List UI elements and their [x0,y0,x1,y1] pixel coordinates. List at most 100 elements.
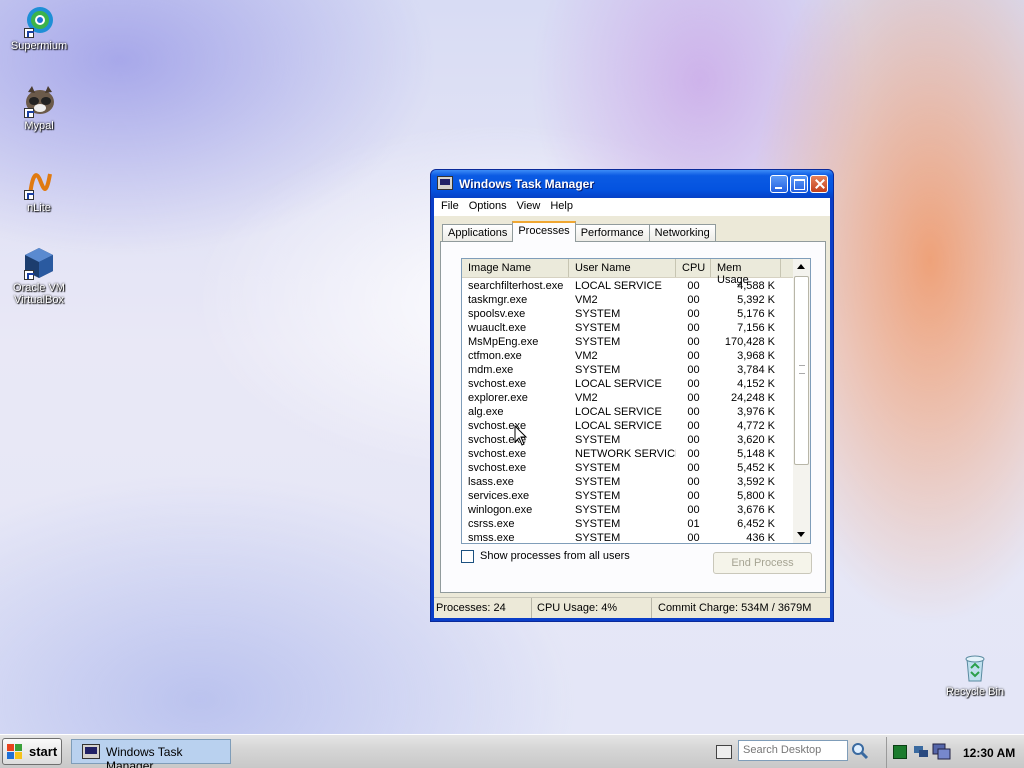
cell-image-name: spoolsv.exe [468,308,526,320]
cell-user-name: VM2 [575,350,598,362]
start-button[interactable]: start [2,738,62,765]
table-row[interactable]: ctfmon.exe VM2 00 3,968 K [462,349,795,363]
cell-mem-usage: 24,248 K [730,392,775,404]
desktop-icon-supermium[interactable]: Supermium [1,4,77,52]
cell-cpu: 00 [687,392,700,404]
menu-help[interactable]: Help [545,198,578,216]
tab-processes[interactable]: Processes [512,221,576,242]
cell-cpu: 00 [687,532,700,544]
network-icon[interactable] [913,743,929,759]
cell-image-name: winlogon.exe [468,504,533,516]
cell-cpu: 00 [687,308,700,320]
table-row[interactable]: csrss.exe SYSTEM 01 6,452 K [462,517,795,531]
list-header: Image Name User Name CPU Mem Usage [462,259,810,286]
taskbar-button-label: Windows Task Manager [106,745,183,768]
task-manager-window: Windows Task Manager File Options View H… [430,169,834,622]
desktop-icon-nlite[interactable]: nLite [1,166,77,214]
cell-cpu: 00 [687,462,700,474]
cell-image-name: ctfmon.exe [468,350,522,362]
table-row[interactable]: winlogon.exe SYSTEM 00 3,676 K [462,503,795,517]
table-row[interactable]: lsass.exe SYSTEM 00 3,592 K [462,475,795,489]
scroll-down-icon[interactable] [793,526,810,543]
cell-mem-usage: 7,156 K [737,322,775,334]
menu-bar: File Options View Help [434,198,830,216]
title-bar[interactable]: Windows Task Manager [431,170,833,198]
table-row[interactable]: svchost.exe LOCAL SERVICE 00 4,152 K [462,377,795,391]
column-cpu[interactable]: CPU [676,259,711,277]
cell-mem-usage: 6,452 K [737,518,775,530]
cell-mem-usage: 5,176 K [737,308,775,320]
tab-networking[interactable]: Networking [648,224,716,242]
column-user-name[interactable]: User Name [569,259,676,277]
table-row[interactable]: svchost.exe LOCAL SERVICE 00 4,772 K [462,419,795,433]
table-row[interactable]: taskmgr.exe VM2 00 5,392 K [462,293,795,307]
show-all-users-checkbox[interactable] [461,550,474,563]
tab-strip: Applications Processes Performance Netwo… [442,221,716,242]
table-row[interactable]: svchost.exe NETWORK SERVICE 00 5,148 K [462,447,795,461]
cell-user-name: SYSTEM [575,308,621,320]
end-process-button[interactable]: End Process [713,552,812,574]
clock[interactable]: 12:30 AM [963,746,1015,760]
cell-user-name: SYSTEM [575,336,621,348]
cell-mem-usage: 5,148 K [737,448,775,460]
table-row[interactable]: svchost.exe SYSTEM 00 5,452 K [462,461,795,475]
table-row[interactable]: mdm.exe SYSTEM 00 3,784 K [462,363,795,377]
cell-user-name: SYSTEM [575,462,621,474]
show-all-users-label[interactable]: Show processes from all users [480,550,630,562]
cell-cpu: 00 [687,294,700,306]
cell-user-name: SYSTEM [575,490,621,502]
scroll-up-icon[interactable] [793,259,810,276]
scroll-thumb[interactable] [794,276,809,465]
table-row[interactable]: alg.exe LOCAL SERVICE 00 3,976 K [462,405,795,419]
cell-image-name: services.exe [468,490,530,502]
search-desktop-input[interactable]: Search Desktop [738,740,848,761]
cell-cpu: 00 [687,280,700,292]
column-image-name[interactable]: Image Name [462,259,569,277]
table-row[interactable]: smss.exe SYSTEM 00 436 K [462,531,795,544]
cell-image-name: taskmgr.exe [468,294,528,306]
cell-mem-usage: 5,392 K [737,294,775,306]
mypal-icon [22,84,56,118]
maximize-button[interactable] [790,175,808,193]
desktop-icon-label: Supermium [10,40,68,52]
cell-cpu: 01 [687,518,700,530]
tab-performance[interactable]: Performance [574,224,650,242]
taskbar-button-task-manager[interactable]: Windows Task Manager [71,739,231,768]
desktop-icon-mypal[interactable]: Mypal [1,84,77,132]
desktop-icon-label: Recycle Bin [945,686,1005,698]
cell-user-name: SYSTEM [575,476,621,488]
windows-flag-icon [7,744,23,760]
menu-file[interactable]: File [436,198,464,216]
table-row[interactable]: explorer.exe VM2 00 24,248 K [462,391,795,405]
cell-cpu: 00 [687,350,700,362]
menu-view[interactable]: View [512,198,546,216]
close-button[interactable] [810,175,828,193]
desktop-icon-recycle-bin[interactable]: Recycle Bin [937,650,1013,698]
table-row[interactable]: wuauclt.exe SYSTEM 00 7,156 K [462,321,795,335]
table-row[interactable]: searchfilterhost.exe LOCAL SERVICE 00 4,588… [462,279,795,293]
cell-mem-usage: 4,588 K [737,280,775,292]
recycle-bin-icon [958,650,992,684]
cell-image-name: MsMpEng.exe [468,336,539,348]
cell-mem-usage: 3,592 K [737,476,775,488]
monitor-icon[interactable] [931,743,951,761]
tab-applications[interactable]: Applications [442,224,514,242]
cell-cpu: 00 [687,364,700,376]
antivirus-icon[interactable] [893,745,907,759]
process-list[interactable]: Image Name User Name CPU Mem Usage searc… [461,258,811,544]
table-row[interactable]: services.exe SYSTEM 00 5,800 K [462,489,795,503]
search-go-icon[interactable] [850,741,870,760]
cell-cpu: 00 [687,378,700,390]
table-row[interactable]: spoolsv.exe SYSTEM 00 5,176 K [462,307,795,321]
vertical-scrollbar[interactable] [793,259,810,543]
keyboard-icon[interactable] [716,745,732,759]
table-row[interactable]: MsMpEng.exe SYSTEM 00 170,428 K [462,335,795,349]
desktop-icon-label: nLite [27,202,51,214]
cell-mem-usage: 4,152 K [737,378,775,390]
minimize-button[interactable] [770,175,788,193]
desktop-icon-virtualbox[interactable]: Oracle VM VirtualBox [1,246,77,306]
column-mem-usage[interactable]: Mem Usage [711,259,781,286]
menu-options[interactable]: Options [464,198,512,216]
task-manager-icon [82,744,100,759]
table-row[interactable]: svchost.exe SYSTEM 00 3,620 K [462,433,795,447]
